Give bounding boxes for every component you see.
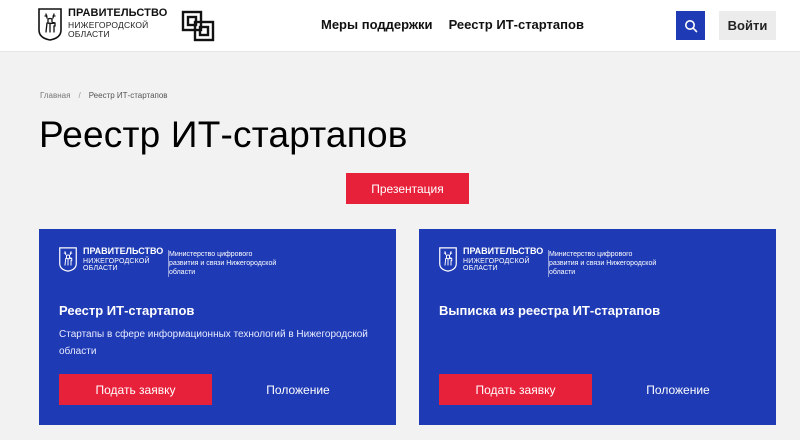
card-gov-region: НИЖЕГОРОДСКОЙ ОБЛАСТИ xyxy=(83,258,150,272)
registry-extract-card: ПРАВИТЕЛЬСТВО НИЖЕГОРОДСКОЙ ОБЛАСТИ Мини… xyxy=(419,229,776,425)
registry-card: ПРАВИТЕЛЬСТВО НИЖЕГОРОДСКОЙ ОБЛАСТИ Мини… xyxy=(39,229,396,425)
search-button[interactable] xyxy=(676,11,705,40)
card-title: Выписка из реестра ИТ-стартапов xyxy=(439,303,661,318)
main-nav: Меры поддержки Реестр ИТ-стартапов xyxy=(321,17,584,32)
apply-button[interactable]: Подать заявку xyxy=(59,374,212,405)
card-gov-title: ПРАВИТЕЛЬСТВО xyxy=(463,246,544,256)
nav-item-support-measures[interactable]: Меры поддержки xyxy=(321,17,433,32)
breadcrumb: Главная / Реестр ИТ-стартапов xyxy=(40,91,168,100)
breadcrumb-home[interactable]: Главная xyxy=(40,91,70,100)
card-title: Реестр ИТ-стартапов xyxy=(59,303,195,318)
regulations-link[interactable]: Положение xyxy=(239,374,357,405)
square-pattern-logo-icon[interactable] xyxy=(181,10,215,42)
page-title: Реестр ИТ-стартапов xyxy=(39,114,408,155)
breadcrumb-current: Реестр ИТ-стартапов xyxy=(88,91,168,100)
apply-button[interactable]: Подать заявку xyxy=(439,374,592,405)
login-button[interactable]: Войти xyxy=(719,11,776,40)
site-header: ПРАВИТЕЛЬСТВО НИЖЕГОРОДСКОЙ ОБЛАСТИ Меры… xyxy=(0,0,800,52)
deer-crest-icon xyxy=(59,247,77,272)
deer-crest-icon xyxy=(38,8,62,41)
presentation-button[interactable]: Презентация xyxy=(346,173,469,204)
card-description: Стартапы в сфере информационных технолог… xyxy=(59,329,368,357)
government-logo[interactable]: ПРАВИТЕЛЬСТВО НИЖЕГОРОДСКОЙ ОБЛАСТИ xyxy=(38,8,167,41)
card-gov-logo: ПРАВИТЕЛЬСТВО НИЖЕГОРОДСКОЙ ОБЛАСТИ xyxy=(59,247,163,272)
gov-title: ПРАВИТЕЛЬСТВО xyxy=(68,7,168,19)
nav-item-startup-registry[interactable]: Реестр ИТ-стартапов xyxy=(449,17,584,32)
gov-region: НИЖЕГОРОДСКОЙ ОБЛАСТИ xyxy=(68,20,149,39)
breadcrumb-separator: / xyxy=(78,91,81,100)
deer-crest-icon xyxy=(439,247,457,272)
card-ministry-name: Министерство цифрового развития и связи … xyxy=(548,250,657,277)
card-gov-region: НИЖЕГОРОДСКОЙ ОБЛАСТИ xyxy=(463,258,530,272)
search-icon xyxy=(684,19,697,32)
card-ministry-name: Министерство цифрового развития и связи … xyxy=(168,250,277,277)
card-gov-logo: ПРАВИТЕЛЬСТВО НИЖЕГОРОДСКОЙ ОБЛАСТИ xyxy=(439,247,543,272)
card-gov-title: ПРАВИТЕЛЬСТВО xyxy=(83,246,164,256)
regulations-link[interactable]: Положение xyxy=(619,374,737,405)
